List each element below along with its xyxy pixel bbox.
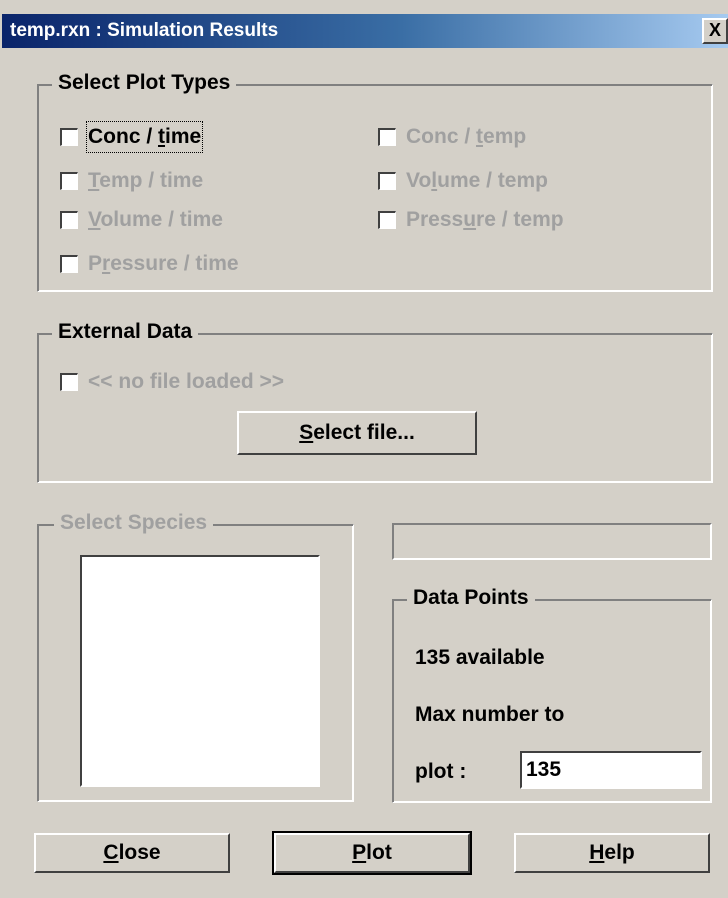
species-listbox[interactable] xyxy=(80,555,320,787)
plot-types-group: Select Plot Types Conc / time Temp / tim… xyxy=(37,70,713,292)
checkbox-box[interactable] xyxy=(60,172,78,190)
plot-types-legend: Select Plot Types xyxy=(52,70,237,96)
close-icon: X xyxy=(708,20,721,40)
checkbox-label: Volume / time xyxy=(88,208,223,231)
progress-bar xyxy=(392,523,712,560)
checkbox-box[interactable] xyxy=(60,373,78,391)
select-file-button[interactable]: Select file... xyxy=(237,411,477,455)
points-available-text: 135 available xyxy=(415,646,545,669)
window-close-button[interactable]: X xyxy=(702,18,728,44)
checkbox-label: Temp / time xyxy=(88,169,204,192)
species-group: Select Species xyxy=(37,510,354,802)
max-number-label: Max number to xyxy=(415,703,565,726)
checkbox-label: Conc / temp xyxy=(406,125,527,148)
checkbox-box[interactable] xyxy=(378,211,396,229)
plot-label: plot : xyxy=(415,760,467,783)
species-legend: Select Species xyxy=(54,510,214,536)
checkbox-box[interactable] xyxy=(60,128,78,146)
plot-button[interactable]: Plot xyxy=(272,831,472,875)
external-file-label: << no file loaded >> xyxy=(88,370,285,393)
simulation-results-dialog: temp.rxn : Simulation Results X Select P… xyxy=(0,0,728,898)
checkbox-box[interactable] xyxy=(378,128,396,146)
data-points-group: Data Points 135 available Max number to … xyxy=(392,585,712,803)
max-points-input[interactable]: 135 xyxy=(520,751,702,789)
checkbox-label: Volume / temp xyxy=(406,169,548,192)
external-data-legend: External Data xyxy=(52,319,199,345)
checkbox-box[interactable] xyxy=(60,255,78,273)
checkbox-box[interactable] xyxy=(378,172,396,190)
data-points-legend: Data Points xyxy=(407,585,535,611)
checkbox-label: Pressure / time xyxy=(88,252,239,275)
close-button[interactable]: Close xyxy=(34,833,230,873)
checkbox-box[interactable] xyxy=(60,211,78,229)
checkbox-label: Pressure / temp xyxy=(406,208,564,231)
title-bar[interactable]: temp.rxn : Simulation Results X xyxy=(2,14,728,48)
help-button[interactable]: Help xyxy=(514,833,710,873)
window-title: temp.rxn : Simulation Results xyxy=(10,20,279,41)
checkbox-label: Conc / time xyxy=(85,121,204,153)
external-data-group: External Data << no file loaded >> Selec… xyxy=(37,319,713,483)
